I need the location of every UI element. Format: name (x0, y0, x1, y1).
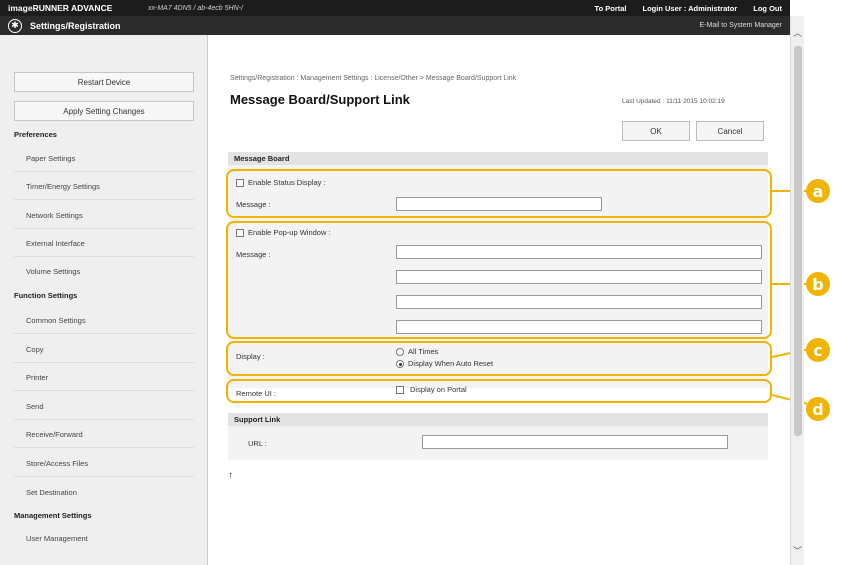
divider (14, 362, 194, 363)
sidebar-item-printer[interactable]: Printer (26, 373, 48, 382)
title-bar: ✱ Settings/Registration E-Mail to System… (0, 16, 790, 35)
divider (14, 228, 194, 229)
to-portal-link[interactable]: To Portal (595, 4, 627, 13)
restart-device-button[interactable]: Restart Device (14, 72, 194, 92)
breadcrumb: Settings/Registration : Management Setti… (230, 75, 517, 82)
sidebar-item-paper-settings[interactable]: Paper Settings (26, 154, 75, 163)
divider (14, 419, 194, 420)
scrollbar-thumb[interactable] (794, 46, 802, 436)
scroll-down-icon[interactable]: ﹀ (793, 544, 802, 557)
divider (14, 199, 194, 200)
apply-setting-changes-button[interactable]: Apply Setting Changes (14, 101, 194, 121)
sidebar-item-send[interactable]: Send (26, 402, 44, 411)
support-link-heading: Support Link (228, 413, 768, 426)
callout-box-b (226, 221, 772, 339)
callout-badge-b: b (806, 272, 830, 296)
management-settings-heading: Management Settings (14, 511, 92, 520)
message-board-heading: Message Board (228, 152, 768, 165)
sidebar-item-network-settings[interactable]: Network Settings (26, 211, 83, 220)
user-name: Administrator (688, 3, 738, 13)
login-user-label: Login User : Administrator (642, 3, 738, 13)
callout-badge-a: a (806, 179, 830, 203)
divider (14, 447, 194, 448)
sidebar-item-store-access-files[interactable]: Store/Access Files (26, 459, 88, 468)
settings-gear-icon: ✱ (8, 18, 22, 33)
url-input[interactable] (422, 435, 728, 449)
sidebar-item-set-destination[interactable]: Set Destination (26, 488, 77, 497)
vertical-scrollbar[interactable]: ︿ ﹀ (790, 16, 804, 565)
divider (14, 333, 194, 334)
app-title: Settings/Registration (30, 20, 121, 31)
sidebar-item-user-management[interactable]: User Management (26, 534, 88, 543)
ok-button[interactable]: OK (622, 121, 690, 141)
top-header-bar: imageRUNNER ADVANCE xx-MA7 4DN5 / ab-4ec… (0, 0, 790, 16)
sidebar: Restart Device Apply Setting Changes Pre… (0, 35, 208, 565)
sidebar-item-common-settings[interactable]: Common Settings (26, 316, 86, 325)
url-label: URL : (248, 439, 267, 448)
callout-box-c (226, 341, 772, 376)
divider (14, 476, 194, 477)
logout-link[interactable]: Log Out (753, 4, 782, 13)
divider (14, 390, 194, 391)
divider (14, 256, 194, 257)
brand-name: imageRUNNER ADVANCE (8, 3, 113, 13)
callout-box-d (226, 379, 772, 403)
device-name: xx-MA7 4DN5 / ab-4ecb 5HN-/ (148, 4, 243, 12)
sidebar-item-external-interface[interactable]: External Interface (26, 239, 85, 248)
page-title: Message Board/Support Link (230, 92, 410, 107)
callout-badge-c: c (806, 338, 830, 362)
sidebar-item-copy[interactable]: Copy (26, 345, 44, 354)
scroll-up-icon[interactable]: ︿ (793, 26, 802, 39)
callout-box-a (226, 169, 772, 218)
sidebar-item-volume-settings[interactable]: Volume Settings (26, 267, 80, 276)
cancel-button[interactable]: Cancel (696, 121, 764, 141)
sidebar-item-receive-forward[interactable]: Receive/Forward (26, 430, 83, 439)
last-updated-text: Last Updated : 11/11 2015 10:02:19 (622, 98, 725, 105)
page-top-link-icon[interactable]: ↑ (228, 470, 233, 481)
email-system-manager-link[interactable]: E-Mail to System Manager (700, 22, 782, 29)
divider (14, 171, 194, 172)
callout-badge-d: d (806, 397, 830, 421)
preferences-heading: Preferences (14, 130, 57, 139)
sidebar-item-timer-energy-settings[interactable]: Timer/Energy Settings (26, 182, 100, 191)
function-settings-heading: Function Settings (14, 291, 78, 300)
